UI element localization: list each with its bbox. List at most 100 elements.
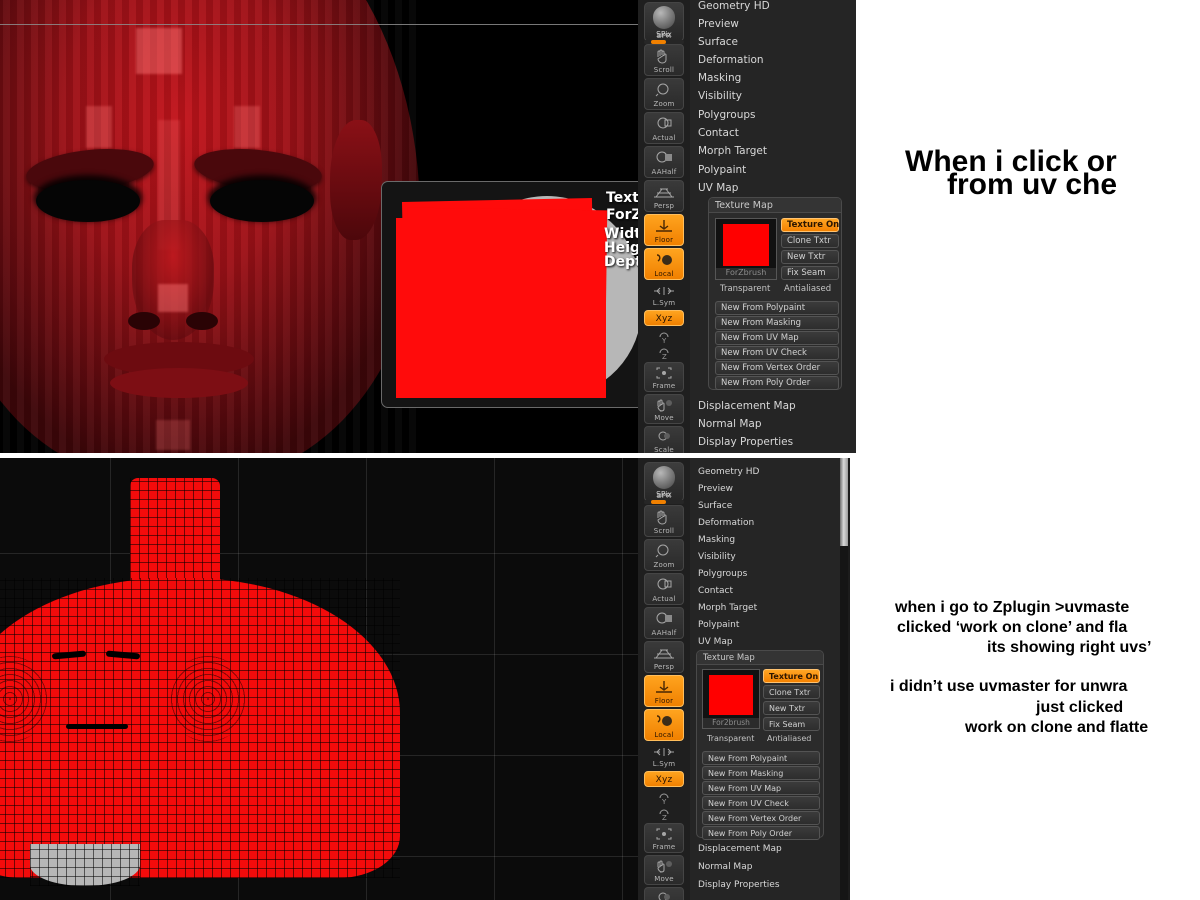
antialiased-toggle[interactable]: Antialiased bbox=[779, 282, 839, 296]
rotate-y-icon[interactable]: Y bbox=[656, 330, 672, 344]
spix-slider[interactable]: SPix bbox=[644, 490, 684, 504]
new-from-polypaint-button[interactable]: New From Polypaint bbox=[702, 751, 820, 765]
menu-item-display-properties[interactable]: Display Properties bbox=[698, 436, 793, 448]
magnifier-half-icon bbox=[645, 608, 683, 629]
menu-item-deformation[interactable]: Deformation bbox=[698, 54, 764, 66]
menu-item-visibility[interactable]: Visibility bbox=[698, 552, 736, 562]
rotate-y-icon[interactable]: Y bbox=[656, 791, 672, 805]
new-from-masking-button[interactable]: New From Masking bbox=[702, 766, 820, 780]
svg-text:Z: Z bbox=[662, 353, 667, 360]
menu-item-morph-target[interactable]: Morph Target bbox=[698, 145, 767, 157]
zoom-tool-button[interactable]: Zoom bbox=[644, 78, 684, 110]
new-from-masking-button[interactable]: New From Masking bbox=[715, 316, 839, 330]
clone-txtr-button[interactable]: Clone Txtr bbox=[763, 685, 820, 699]
transparent-toggle[interactable]: Transparent bbox=[715, 282, 777, 296]
new-from-uv-check-button[interactable]: New From UV Check bbox=[715, 346, 839, 360]
new-from-uv-check-button[interactable]: New From UV Check bbox=[702, 796, 820, 810]
fix-seam-button[interactable]: Fix Seam bbox=[781, 266, 839, 280]
texture-on-button[interactable]: Texture On bbox=[763, 669, 820, 683]
lsym-tool-button[interactable]: L.Sym bbox=[644, 282, 684, 308]
frame-tool-button[interactable]: Frame bbox=[644, 362, 684, 392]
menu-item-surface[interactable]: Surface bbox=[698, 501, 732, 511]
spix-bar[interactable] bbox=[644, 500, 684, 504]
menu-item-display-properties[interactable]: Display Properties bbox=[698, 880, 780, 890]
magnifier-scale-icon bbox=[645, 888, 683, 900]
menu-item-polygroups[interactable]: Polygroups bbox=[698, 109, 755, 121]
menu-item-displacement-map[interactable]: Displacement Map bbox=[698, 844, 782, 854]
local-label: Local bbox=[654, 731, 674, 739]
menu-item-uv-map[interactable]: UV Map bbox=[698, 182, 738, 194]
texture-thumbnail-image bbox=[709, 675, 753, 715]
clone-txtr-button[interactable]: Clone Txtr bbox=[781, 234, 839, 248]
new-from-uv-map-button[interactable]: New From UV Map bbox=[702, 781, 820, 795]
menu-item-normal-map[interactable]: Normal Map bbox=[698, 862, 752, 872]
texture-on-button[interactable]: Texture On bbox=[781, 218, 839, 232]
antialiased-toggle[interactable]: Antialiased bbox=[762, 732, 820, 745]
menu-item-geometry-hd[interactable]: Geometry HD bbox=[698, 467, 759, 477]
new-from-vertex-order-button[interactable]: New From Vertex Order bbox=[702, 811, 820, 825]
menu-item-polygroups[interactable]: Polygroups bbox=[698, 569, 747, 579]
new-txtr-button[interactable]: New Txtr bbox=[763, 701, 820, 715]
actual-tool-button[interactable]: Actual bbox=[644, 573, 684, 605]
menu-item-polypaint[interactable]: Polypaint bbox=[698, 164, 746, 176]
move-tool-button[interactable]: Move bbox=[644, 394, 684, 424]
magnifier-zoom-icon bbox=[645, 79, 683, 100]
new-from-poly-order-button[interactable]: New From Poly Order bbox=[715, 376, 839, 390]
scale-tool-button[interactable]: Scale bbox=[644, 887, 684, 900]
frame-tool-button[interactable]: Frame bbox=[644, 823, 684, 853]
top-texture-map-panel: Texture Map ForZbrush Texture On Clone T… bbox=[708, 197, 842, 390]
texture-thumbnail[interactable]: ForZbrush bbox=[715, 218, 777, 280]
new-from-uv-map-button[interactable]: New From UV Map bbox=[715, 331, 839, 345]
scale-tool-button[interactable]: Scale bbox=[644, 426, 684, 453]
texture-thumbnail[interactable]: For2brush bbox=[702, 669, 760, 729]
persp-tool-button[interactable]: Persp bbox=[644, 180, 684, 212]
menu-item-preview[interactable]: Preview bbox=[698, 18, 739, 30]
new-from-polypaint-button[interactable]: New From Polypaint bbox=[715, 301, 839, 315]
zoom-tool-button[interactable]: Zoom bbox=[644, 539, 684, 571]
new-from-poly-order-button[interactable]: New From Poly Order bbox=[702, 826, 820, 840]
bottom-viewport-canvas[interactable] bbox=[0, 458, 638, 900]
lsym-tool-button[interactable]: L.Sym bbox=[644, 743, 684, 769]
local-tool-button[interactable]: Local bbox=[644, 248, 684, 280]
rotate-z-icon[interactable]: Z bbox=[656, 807, 672, 821]
actual-tool-button[interactable]: Actual bbox=[644, 112, 684, 144]
top-screenshot: Texture Map ForZbrush Width=2048 Height=… bbox=[0, 0, 856, 453]
menu-item-surface[interactable]: Surface bbox=[698, 36, 738, 48]
menu-item-contact[interactable]: Contact bbox=[698, 586, 733, 596]
floor-tool-button[interactable]: Floor bbox=[644, 214, 684, 246]
rotate-z-icon[interactable]: Z bbox=[656, 346, 672, 360]
frame-object-icon bbox=[645, 363, 683, 382]
persp-tool-button[interactable]: Persp bbox=[644, 641, 684, 673]
move-tool-button[interactable]: Move bbox=[644, 855, 684, 885]
scroll-tool-button[interactable]: Scroll bbox=[644, 505, 684, 537]
aahalf-tool-button[interactable]: AAHalf bbox=[644, 607, 684, 639]
menu-item-displacement-map[interactable]: Displacement Map bbox=[698, 400, 796, 412]
aahalf-tool-button[interactable]: AAHalf bbox=[644, 146, 684, 178]
new-txtr-button[interactable]: New Txtr bbox=[781, 250, 839, 264]
menu-item-morph-target[interactable]: Morph Target bbox=[698, 603, 757, 613]
menu-scrollbar-thumb[interactable] bbox=[840, 458, 848, 546]
brow-highlight-right bbox=[234, 106, 260, 148]
move-label: Move bbox=[654, 875, 674, 883]
xyz-tool-button[interactable]: Xyz bbox=[644, 310, 684, 326]
menu-item-contact[interactable]: Contact bbox=[698, 127, 739, 139]
menu-item-deformation[interactable]: Deformation bbox=[698, 518, 754, 528]
menu-item-polypaint[interactable]: Polypaint bbox=[698, 620, 739, 630]
menu-item-normal-map[interactable]: Normal Map bbox=[698, 418, 762, 430]
menu-item-visibility[interactable]: Visibility bbox=[698, 90, 742, 102]
local-tool-button[interactable]: Local bbox=[644, 709, 684, 741]
menu-item-uv-map[interactable]: UV Map bbox=[698, 637, 733, 647]
new-from-vertex-order-button[interactable]: New From Vertex Order bbox=[715, 361, 839, 375]
fix-seam-button[interactable]: Fix Seam bbox=[763, 717, 820, 731]
scroll-tool-button[interactable]: Scroll bbox=[644, 44, 684, 76]
transparent-toggle[interactable]: Transparent bbox=[702, 732, 762, 745]
floor-tool-button[interactable]: Floor bbox=[644, 675, 684, 707]
menu-item-preview[interactable]: Preview bbox=[698, 484, 733, 494]
menu-item-geometry-hd[interactable]: Geometry HD bbox=[698, 0, 770, 12]
menu-item-masking[interactable]: Masking bbox=[698, 72, 741, 84]
local-symmetry-icon bbox=[644, 282, 684, 299]
spix-slider[interactable]: SPix bbox=[644, 30, 684, 44]
texture-map-title: Texture Map bbox=[709, 198, 841, 213]
menu-item-masking[interactable]: Masking bbox=[698, 535, 735, 545]
xyz-tool-button[interactable]: Xyz bbox=[644, 771, 684, 787]
